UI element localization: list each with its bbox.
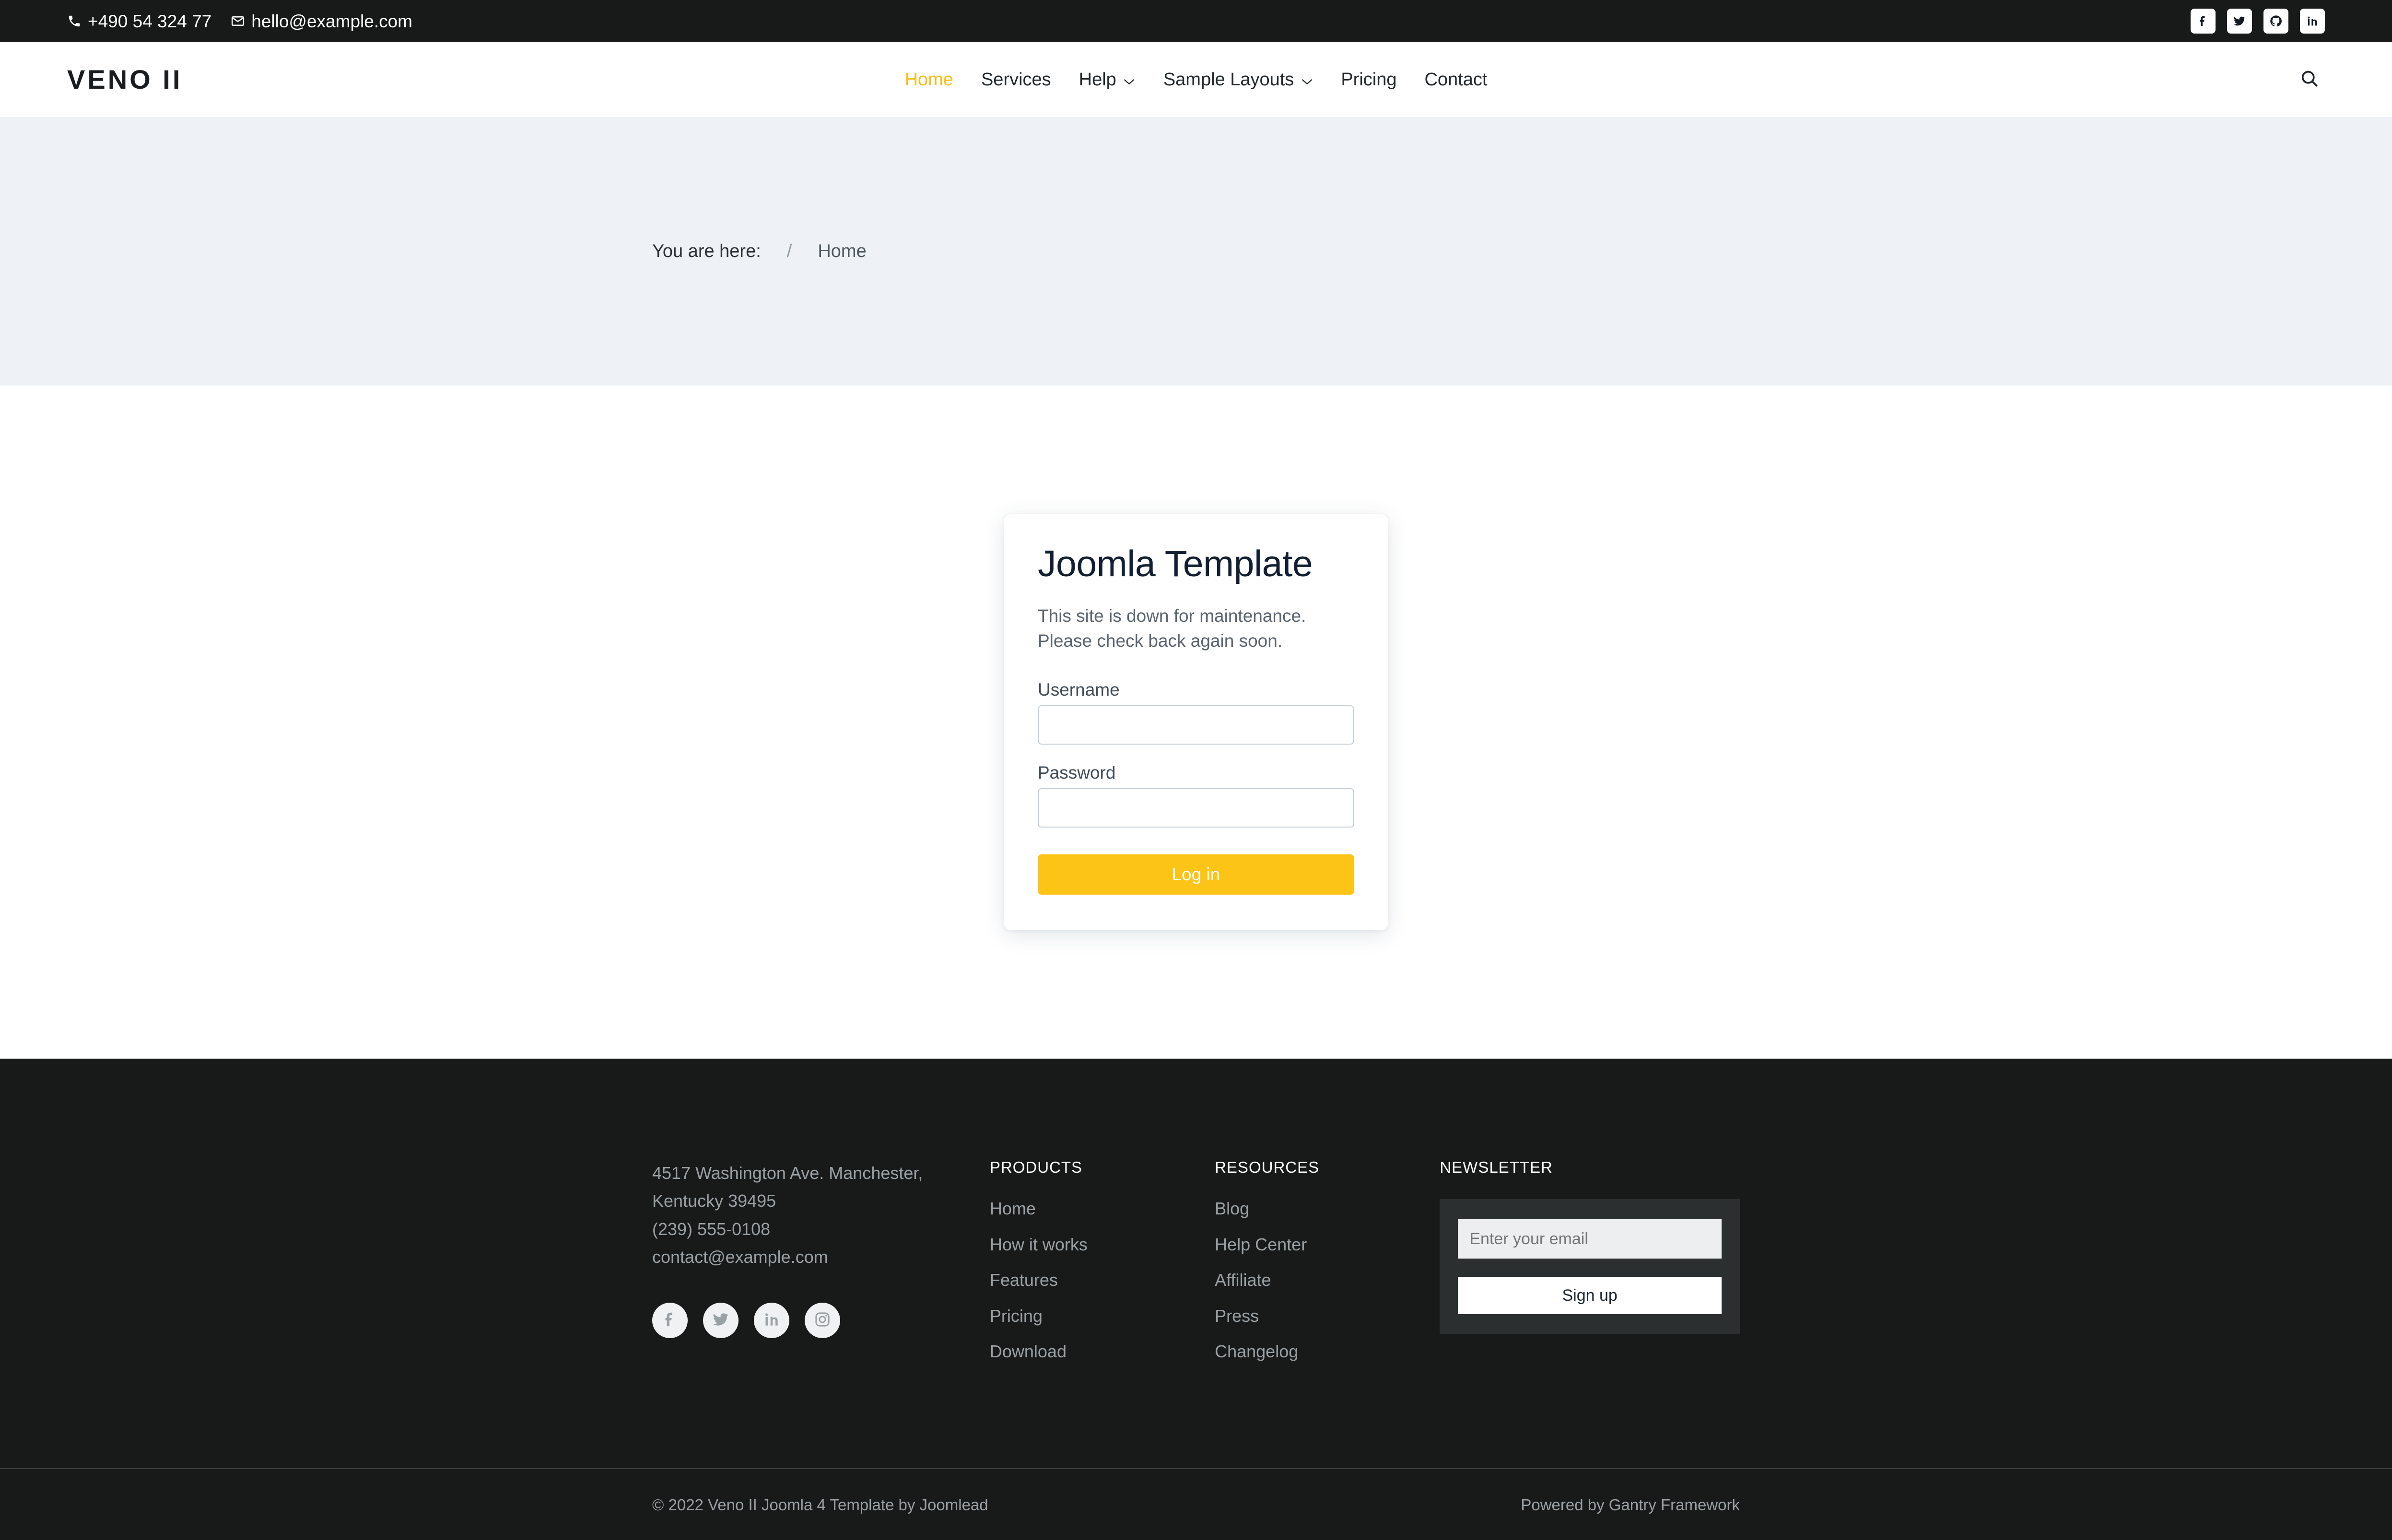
topbar-phone-link[interactable]: +490 54 324 77: [67, 12, 211, 30]
topbar-email-text: hello@example.com: [251, 11, 412, 31]
footer-contact-column: 4517 Washington Ave. Manchester, Kentuck…: [652, 1159, 990, 1378]
nav-item-sample-layouts[interactable]: Sample Layouts: [1163, 70, 1313, 89]
footer-products-heading: PRODUCTS: [989, 1158, 1083, 1176]
nav-label-services: Services: [981, 70, 1051, 90]
maintenance-message-line2: Please check back again soon.: [1038, 631, 1283, 651]
site-logo[interactable]: VENO II: [67, 66, 182, 93]
nav-item-pricing[interactable]: Pricing: [1341, 70, 1396, 89]
nav-item-home[interactable]: Home: [905, 70, 953, 89]
username-input[interactable]: [1038, 705, 1354, 745]
topbar-contact-group: +490 54 324 77 hello@example.com: [67, 12, 412, 30]
newsletter-signup-button[interactable]: Sign up: [1458, 1277, 1722, 1314]
footer-social-link-facebook[interactable]: [652, 1303, 688, 1339]
password-label: Password: [1038, 762, 1116, 782]
footer-social-group: [652, 1303, 990, 1339]
chevron-down-icon: [1301, 70, 1313, 89]
linkedin-icon: [762, 1310, 781, 1331]
site-footer: 4517 Washington Ave. Manchester, Kentuck…: [0, 1059, 2392, 1468]
breadcrumb-band: You are here: / Home: [0, 117, 2392, 385]
footer-social-link-instagram[interactable]: [805, 1303, 840, 1339]
breadcrumb-separator: /: [786, 241, 792, 261]
twitter-icon: [2233, 14, 2246, 28]
footer-link-home[interactable]: Home: [990, 1199, 1215, 1218]
phone-icon: [67, 14, 82, 28]
site-header: VENO II Home Services Help Sample Layout…: [0, 42, 2392, 117]
footer-products-column: PRODUCTS Home How it works Features Pric…: [990, 1159, 1215, 1378]
topbar-social-group: [2191, 9, 2325, 34]
footer-resources-heading: RESOURCES: [1215, 1158, 1320, 1176]
page-title: Joomla Template: [1038, 543, 1313, 585]
footer-link-features[interactable]: Features: [990, 1271, 1215, 1290]
facebook-icon: [661, 1310, 679, 1331]
instagram-icon: [814, 1311, 831, 1330]
footer-newsletter-heading: NEWSLETTER: [1440, 1158, 1553, 1176]
envelope-icon: [231, 14, 245, 28]
nav-item-services[interactable]: Services: [981, 70, 1051, 89]
footer-newsletter-column: NEWSLETTER Sign up: [1440, 1159, 1740, 1378]
footer-link-download[interactable]: Download: [990, 1342, 1215, 1361]
footer-phone: (239) 555-0108: [652, 1219, 771, 1239]
main-navigation: Home Services Help Sample Layouts Pricin…: [905, 70, 1488, 89]
login-button[interactable]: Log in: [1038, 854, 1354, 895]
topbar-email-link[interactable]: hello@example.com: [231, 12, 412, 30]
footer-email: contact@example.com: [652, 1247, 828, 1267]
social-link-twitter[interactable]: [2227, 9, 2252, 34]
footer-social-link-linkedin[interactable]: [754, 1303, 789, 1339]
offline-login-card: Joomla Template This site is down for ma…: [1004, 514, 1388, 930]
github-icon: [2269, 14, 2283, 28]
social-link-github[interactable]: [2263, 9, 2288, 34]
nav-label-pricing: Pricing: [1341, 70, 1397, 90]
footer-link-how-it-works[interactable]: How it works: [990, 1235, 1215, 1254]
twitter-icon: [712, 1310, 730, 1331]
topbar-phone-text: +490 54 324 77: [88, 11, 212, 31]
search-icon: [2299, 68, 2320, 92]
footer-address-line1: 4517 Washington Ave. Manchester,: [652, 1163, 923, 1183]
social-link-facebook[interactable]: [2191, 9, 2216, 34]
footer-address-line2: Kentucky 39495: [652, 1191, 776, 1211]
footer-columns: 4517 Washington Ave. Manchester, Kentuck…: [652, 1059, 1740, 1378]
footer-link-help-center[interactable]: Help Center: [1215, 1235, 1440, 1254]
powered-by-text: Powered by Gantry Framework: [1521, 1495, 1740, 1514]
copyright-text: © 2022 Veno II Joomla 4 Template by Joom…: [652, 1495, 988, 1514]
nav-item-help[interactable]: Help: [1079, 70, 1136, 89]
breadcrumb-prefix: You are here:: [652, 241, 761, 261]
top-contact-bar: +490 54 324 77 hello@example.com: [0, 0, 2392, 42]
newsletter-email-input[interactable]: [1458, 1219, 1722, 1259]
footer-link-changelog[interactable]: Changelog: [1215, 1342, 1440, 1361]
username-label: Username: [1038, 679, 1120, 700]
password-input[interactable]: [1038, 788, 1354, 828]
footer-address: 4517 Washington Ave. Manchester, Kentuck…: [652, 1159, 990, 1271]
maintenance-message: This site is down for maintenance. Pleas…: [1038, 604, 1354, 654]
footer-link-affiliate[interactable]: Affiliate: [1215, 1271, 1440, 1290]
search-button[interactable]: [2294, 64, 2325, 95]
nav-label-contact: Contact: [1424, 70, 1488, 90]
social-link-linkedin[interactable]: [2300, 9, 2325, 34]
maintenance-message-line1: This site is down for maintenance.: [1038, 606, 1306, 626]
nav-label-sample-layouts: Sample Layouts: [1163, 70, 1294, 90]
main-content: Joomla Template This site is down for ma…: [0, 385, 2392, 1059]
copyright-bar: © 2022 Veno II Joomla 4 Template by Joom…: [0, 1469, 2392, 1540]
facebook-icon: [2196, 14, 2210, 28]
footer-social-link-twitter[interactable]: [703, 1303, 739, 1339]
newsletter-form: Sign up: [1440, 1199, 1740, 1334]
nav-item-contact[interactable]: Contact: [1424, 70, 1487, 89]
nav-label-help: Help: [1079, 70, 1116, 90]
breadcrumb-item-home[interactable]: Home: [818, 242, 866, 260]
footer-link-press[interactable]: Press: [1215, 1307, 1440, 1326]
chevron-down-icon: [1123, 70, 1136, 89]
linkedin-icon: [2306, 14, 2319, 28]
footer-resources-column: RESOURCES Blog Help Center Affiliate Pre…: [1215, 1159, 1440, 1378]
breadcrumb: You are here: / Home: [652, 242, 867, 260]
nav-label-home: Home: [904, 70, 953, 90]
footer-link-blog[interactable]: Blog: [1215, 1199, 1440, 1218]
footer-link-pricing[interactable]: Pricing: [990, 1307, 1215, 1326]
